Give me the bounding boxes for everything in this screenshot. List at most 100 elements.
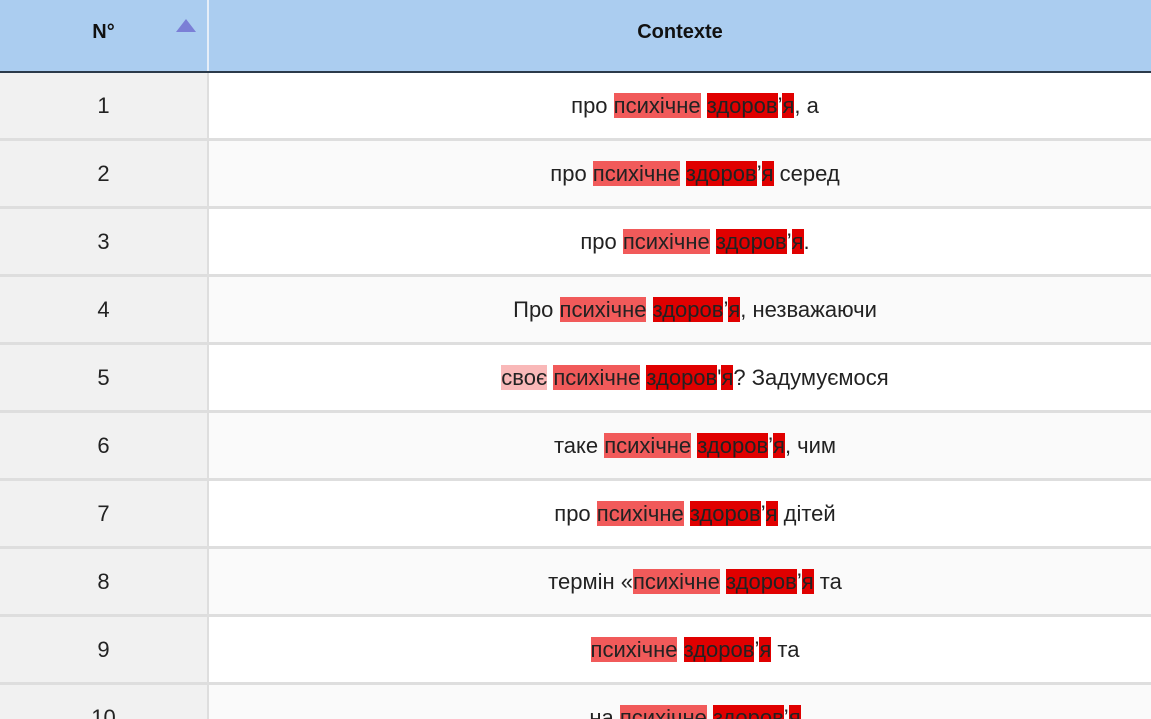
highlighted-token: здоров: [715, 228, 787, 254]
highlighted-token: психічне: [613, 92, 701, 118]
context-token: , незважаючи: [740, 296, 877, 322]
row-number: 3: [0, 209, 209, 274]
highlighted-token: здоров: [646, 364, 718, 390]
context-token: ’: [760, 500, 766, 526]
row-context: про психічне здоров’я.: [209, 209, 1151, 274]
concordance-table: N° Contexte 1 про психічне здоров’я, а 2 пр…: [0, 0, 1151, 719]
highlighted-token: психічне: [592, 160, 680, 186]
row-context: про психічне здоров’я, а: [209, 73, 1151, 138]
row-number: 2: [0, 141, 209, 206]
highlighted-token: я: [721, 364, 734, 390]
table-header: N° Contexte: [0, 0, 1151, 73]
context-text: своє психічне здоров'я? Задумуємося: [471, 364, 889, 391]
table-row[interactable]: 9 психічне здоров’я та: [0, 617, 1151, 685]
row-context: про психічне здоров’я дітей: [209, 481, 1151, 546]
highlighted-token: психічне: [596, 500, 684, 526]
context-token: термін «: [548, 568, 633, 594]
context-text: про психічне здоров’я, а: [541, 92, 819, 119]
row-number: 10: [0, 685, 209, 719]
context-token: , чим: [784, 432, 837, 458]
context-token: про: [554, 500, 597, 526]
highlighted-token: я: [791, 228, 804, 254]
context-token: ’: [786, 228, 792, 254]
row-number: 1: [0, 73, 209, 138]
context-text: про психічне здоров’я.: [550, 228, 810, 255]
context-token: про: [571, 92, 614, 118]
context-token: , а: [794, 92, 819, 118]
highlighted-token: здоров: [726, 568, 797, 594]
highlighted-token: я: [728, 296, 741, 322]
context-text: на психічне здоров’я: [559, 704, 801, 719]
table-row[interactable]: 3 про психічне здоров’я.: [0, 209, 1151, 277]
context-text: Про психічне здоров’я, незважаючи: [483, 296, 877, 323]
highlighted-token: я: [761, 160, 774, 186]
row-number: 7: [0, 481, 209, 546]
context-token: серед: [773, 160, 840, 186]
table-row[interactable]: 5 своє психічне здоров'я? Задумуємося: [0, 345, 1151, 413]
context-token: на: [589, 704, 620, 719]
context-text: термін «психічне здоров’я та: [518, 568, 842, 595]
context-token: .: [803, 228, 810, 254]
highlighted-token: психічне: [619, 704, 707, 719]
context-token: про: [550, 160, 593, 186]
column-header-context-label: Contexte: [637, 21, 723, 43]
row-context: своє психічне здоров'я? Задумуємося: [209, 345, 1151, 410]
context-text: про психічне здоров’я серед: [520, 160, 840, 187]
highlighted-token: психічне: [559, 296, 647, 322]
row-number: 4: [0, 277, 209, 342]
row-context: про психічне здоров’я серед: [209, 141, 1151, 206]
highlighted-token: психічне: [590, 636, 678, 662]
context-text: психічне здоров’я та: [561, 636, 799, 663]
highlighted-token: психічне: [553, 364, 641, 390]
highlighted-token: своє: [501, 364, 548, 390]
context-token: [684, 501, 690, 526]
table-row[interactable]: 7 про психічне здоров’я дітей: [0, 481, 1151, 549]
highlighted-token: психічне: [622, 228, 710, 254]
context-token: [710, 229, 716, 254]
highlighted-token: я: [773, 432, 785, 458]
highlighted-token: я: [788, 704, 801, 719]
highlighted-token: здоров: [689, 500, 761, 526]
context-token: ? Задумуємося: [733, 364, 889, 390]
column-header-number[interactable]: N°: [0, 0, 209, 71]
table-row[interactable]: 8 термін «психічне здоров’я та: [0, 549, 1151, 617]
highlighted-token: здоров: [697, 432, 769, 458]
row-context: психічне здоров’я та: [209, 617, 1151, 682]
column-header-number-label: N°: [92, 21, 115, 43]
row-number: 9: [0, 617, 209, 682]
context-token: [680, 161, 686, 186]
table-row[interactable]: 4 Про психічне здоров’я, незважаючи: [0, 277, 1151, 345]
row-number: 6: [0, 413, 209, 478]
sort-ascending-icon[interactable]: [176, 19, 196, 32]
row-context: таке психічне здоров’я, чим: [209, 413, 1151, 478]
highlighted-token: я: [801, 568, 814, 594]
table-row[interactable]: 6 таке психічне здоров’я, чим: [0, 413, 1151, 481]
row-context: Про психічне здоров’я, незважаючи: [209, 277, 1151, 342]
highlighted-token: я: [759, 636, 772, 662]
highlighted-token: здоров: [652, 296, 724, 322]
row-number: 8: [0, 549, 209, 614]
row-context: на психічне здоров’я: [209, 685, 1151, 719]
context-token: таке: [553, 432, 605, 458]
context-token: про: [580, 228, 623, 254]
table-row[interactable]: 10 на психічне здоров’я: [0, 685, 1151, 719]
context-token: [701, 93, 707, 118]
highlighted-token: здоров: [683, 636, 755, 662]
highlighted-token: здоров: [685, 160, 757, 186]
context-token: та: [813, 568, 842, 594]
column-header-context[interactable]: Contexte: [209, 0, 1151, 71]
highlighted-token: здоров: [706, 92, 778, 118]
highlighted-token: я: [765, 500, 778, 526]
table-row[interactable]: 2 про психічне здоров’я серед: [0, 141, 1151, 209]
context-token: ’: [756, 160, 762, 186]
highlighted-token: здоров: [712, 704, 784, 719]
context-token: [646, 297, 652, 322]
context-token: Про: [513, 296, 560, 322]
context-token: [677, 637, 683, 662]
context-token: дітей: [777, 500, 836, 526]
table-body: 1 про психічне здоров’я, а 2 про психічне з…: [0, 73, 1151, 719]
highlighted-token: психічне: [632, 568, 720, 594]
context-token: ’: [783, 704, 789, 719]
row-context: термін «психічне здоров’я та: [209, 549, 1151, 614]
table-row[interactable]: 1 про психічне здоров’я, а: [0, 73, 1151, 141]
